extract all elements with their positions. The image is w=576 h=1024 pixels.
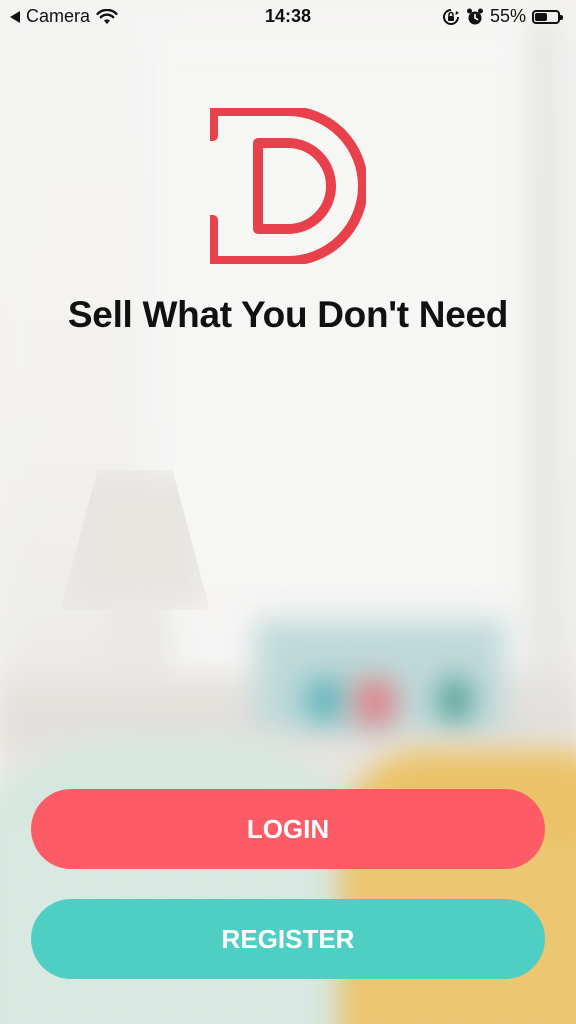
status-bar: Camera 14:38 55% — [0, 0, 576, 34]
login-button[interactable]: LOGIN — [31, 789, 545, 869]
orientation-lock-icon — [442, 8, 459, 25]
battery-percent: 55% — [489, 6, 526, 26]
app-logo — [210, 108, 366, 264]
tagline: Sell What You Don't Need — [67, 294, 509, 335]
register-button[interactable]: REGISTER — [31, 899, 545, 979]
alarm-icon — [466, 8, 483, 24]
battery-icon — [532, 9, 563, 24]
